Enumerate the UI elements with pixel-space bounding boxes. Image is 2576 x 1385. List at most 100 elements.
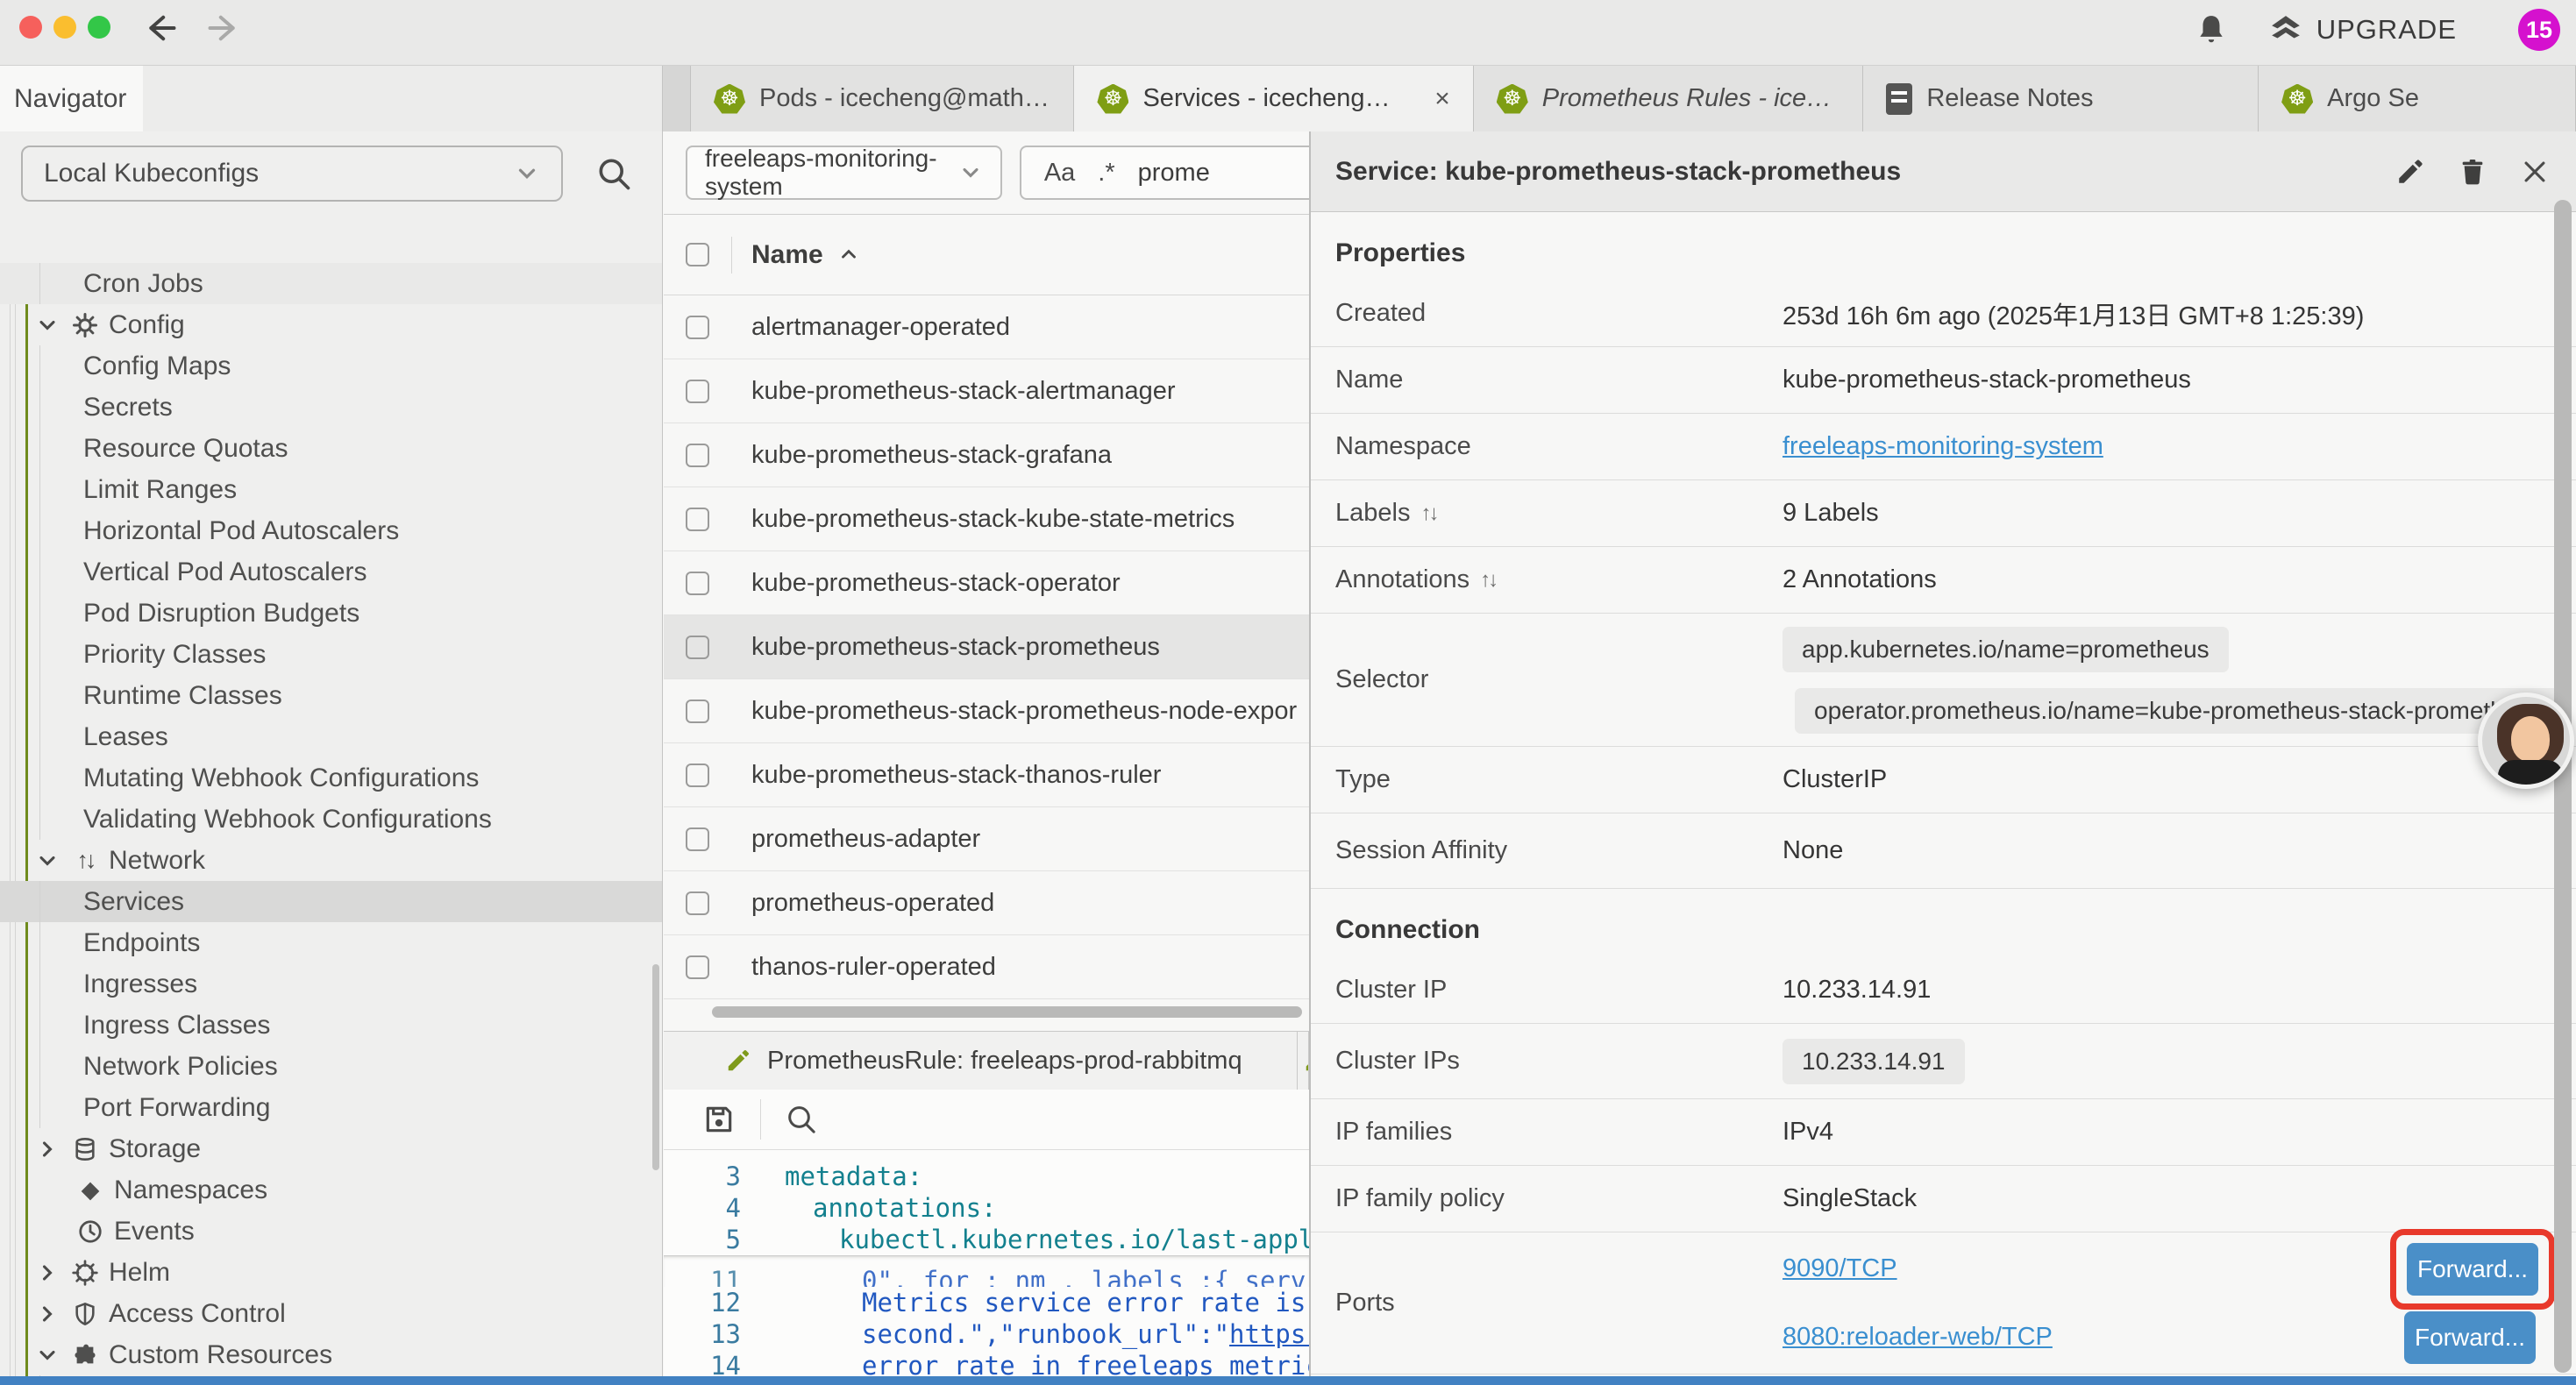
row-checkbox[interactable] (686, 700, 709, 723)
forward-button[interactable]: Forward... (2404, 1311, 2536, 1364)
sidebar-item-custom-resources[interactable]: Custom Resources (0, 1334, 662, 1375)
sidebar-scrollbar-thumb[interactable] (652, 964, 659, 1170)
sidebar-item-limit-ranges[interactable]: Limit Ranges (0, 469, 662, 510)
sidebar-item-ingresses[interactable]: Ingresses (0, 963, 662, 1005)
column-name-header[interactable]: Name (751, 240, 823, 270)
sidebar-item-resource-quotas[interactable]: Resource Quotas (0, 428, 662, 469)
sidebar-item-services[interactable]: Services (0, 881, 662, 922)
chevron-down-icon[interactable] (35, 849, 60, 873)
dock-tab-prometheusrule[interactable]: PrometheusRule: freeleaps-prod-rabbitmq (664, 1032, 1298, 1090)
table-row[interactable]: prometheus-adapter (664, 807, 1309, 871)
code-link[interactable]: https://net (1229, 1319, 1309, 1349)
table-row[interactable]: kube-prometheus-stack-operator (664, 551, 1309, 615)
sidebar-search-icon[interactable] (594, 154, 633, 193)
row-checkbox[interactable] (686, 380, 709, 403)
row-checkbox[interactable] (686, 508, 709, 531)
chevron-right-icon[interactable] (35, 1137, 60, 1161)
upgrade-button[interactable]: UPGRADE (2267, 13, 2457, 46)
row-checkbox[interactable] (686, 636, 709, 659)
table-row[interactable]: alertmanager-operated (664, 295, 1309, 359)
sidebar-item-helm[interactable]: Helm (0, 1252, 662, 1293)
row-checkbox[interactable] (686, 444, 709, 467)
sidebar-item-network[interactable]: ↑↓Network (0, 840, 662, 881)
sidebar-item-access-control[interactable]: Access Control (0, 1293, 662, 1334)
sidebar-item-priority-classes[interactable]: Priority Classes (0, 634, 662, 675)
edit-pencil-icon[interactable] (2395, 157, 2425, 187)
select-all-checkbox[interactable] (686, 243, 709, 266)
sidebar-item-ingress-classes[interactable]: Ingress Classes (0, 1005, 662, 1046)
back-arrow-icon[interactable] (140, 10, 177, 46)
sort-asc-icon[interactable] (837, 244, 860, 266)
table-row[interactable]: kube-prometheus-stack-alertmanager (664, 359, 1309, 423)
row-checkbox[interactable] (686, 955, 709, 979)
editor-search-icon[interactable] (784, 1102, 819, 1137)
kubeconfig-select[interactable]: Local Kubeconfigs (21, 146, 563, 202)
row-checkbox[interactable] (686, 764, 709, 787)
row-checkbox[interactable] (686, 572, 709, 595)
sidebar-item-storage[interactable]: Storage (0, 1128, 662, 1169)
table-row[interactable]: kube-prometheus-stack-thanos-ruler (664, 743, 1309, 807)
tab-argo-se[interactable]: ☸Argo Se (2259, 66, 2576, 131)
sidebar-item-config[interactable]: Config (0, 304, 662, 345)
match-case-toggle[interactable]: Aa (1044, 159, 1075, 188)
dock-tab-next-sliver[interactable] (1298, 1032, 1309, 1090)
sidebar-item-network-policies[interactable]: Network Policies (0, 1046, 662, 1087)
table-row[interactable]: kube-prometheus-stack-kube-state-metrics (664, 487, 1309, 551)
sort-updown-icon[interactable]: ↑↓ (1480, 568, 1496, 593)
sidebar-item-leases[interactable]: Leases (0, 716, 662, 757)
regex-toggle[interactable]: .* (1098, 159, 1114, 188)
tab-services-icecheng-math[interactable]: ☸Services - icecheng@math...× (1074, 66, 1473, 131)
sidebar-item-endpoints[interactable]: Endpoints (0, 922, 662, 963)
sidebar-item-validating-webhook-configurations[interactable]: Validating Webhook Configurations (0, 799, 662, 840)
chevron-down-icon[interactable] (35, 313, 60, 337)
chevron-right-icon[interactable] (35, 1261, 60, 1285)
tab-pods-icecheng-mathmas[interactable]: ☸Pods - icecheng@mathmas... (690, 66, 1074, 131)
forward-button[interactable]: Forward... (2407, 1243, 2538, 1296)
editor-line: 5kubectl.kubernetes.io/last-applied-conf… (664, 1224, 1309, 1255)
chevron-down-icon[interactable] (35, 1343, 60, 1367)
tab-navigator[interactable]: Navigator (0, 66, 143, 131)
table-row[interactable]: thanos-ruler-operated (664, 935, 1309, 999)
window-close-button[interactable] (19, 16, 42, 39)
table-row[interactable]: kube-prometheus-stack-prometheus-node-ex… (664, 679, 1309, 743)
forward-arrow-icon[interactable] (207, 10, 244, 46)
sidebar-item-cron-jobs[interactable]: Cron Jobs (0, 263, 662, 304)
details-scrollbar-thumb[interactable] (2554, 200, 2572, 1373)
window-minimize-button[interactable] (53, 16, 76, 39)
save-icon[interactable] (702, 1103, 736, 1136)
sidebar-item-config-maps[interactable]: Config Maps (0, 345, 662, 387)
sidebar-item-horizontal-pod-autoscalers[interactable]: Horizontal Pod Autoscalers (0, 510, 662, 551)
sidebar-item-events[interactable]: Events (0, 1211, 662, 1252)
sidebar-item-port-forwarding[interactable]: Port Forwarding (0, 1087, 662, 1128)
sidebar-item-namespaces[interactable]: ◆Namespaces (0, 1169, 662, 1211)
namespace-link[interactable]: freeleaps-monitoring-system (1783, 432, 2103, 461)
row-checkbox[interactable] (686, 891, 709, 915)
tab-close-icon[interactable]: × (1434, 84, 1450, 114)
tab-prometheus-rules-icecheng[interactable]: ☸Prometheus Rules - icecheng... (1474, 66, 1864, 131)
table-row[interactable]: kube-prometheus-stack-prometheus (664, 615, 1309, 679)
notifications-bell-icon[interactable] (2195, 12, 2228, 47)
sidebar-item-mutating-webhook-configurations[interactable]: Mutating Webhook Configurations (0, 757, 662, 799)
delete-trash-icon[interactable] (2459, 156, 2487, 188)
yaml-editor[interactable]: 3metadata:4annotations:5kubectl.kubernet… (664, 1150, 1309, 1376)
sidebar-item-vertical-pod-autoscalers[interactable]: Vertical Pod Autoscalers (0, 551, 662, 593)
namespace-select[interactable]: freeleaps-monitoring-system (686, 146, 1002, 200)
notification-count-badge[interactable]: 15 (2518, 9, 2560, 51)
port-link[interactable]: 8080:reloader-web/TCP (1783, 1323, 2053, 1352)
row-checkbox[interactable] (686, 827, 709, 851)
user-avatar[interactable] (2478, 692, 2574, 789)
sidebar-item-runtime-classes[interactable]: Runtime Classes (0, 675, 662, 716)
chevron-right-icon[interactable] (35, 1302, 60, 1326)
sidebar-item-pod-disruption-budgets[interactable]: Pod Disruption Budgets (0, 593, 662, 634)
close-icon[interactable] (2520, 157, 2550, 187)
table-row[interactable]: prometheus-operated (664, 871, 1309, 935)
row-checkbox[interactable] (686, 316, 709, 339)
port-link[interactable]: 9090/TCP (1783, 1254, 1897, 1283)
horizontal-scrollbar-thumb[interactable] (712, 1006, 1302, 1018)
list-search-input[interactable]: Aa .* prome (1020, 146, 1309, 200)
sort-updown-icon[interactable]: ↑↓ (1420, 501, 1436, 526)
table-row[interactable]: kube-prometheus-stack-grafana (664, 423, 1309, 487)
sidebar-item-secrets[interactable]: Secrets (0, 387, 662, 428)
tab-release-notes[interactable]: Release Notes (1863, 66, 2259, 131)
window-zoom-button[interactable] (88, 16, 110, 39)
